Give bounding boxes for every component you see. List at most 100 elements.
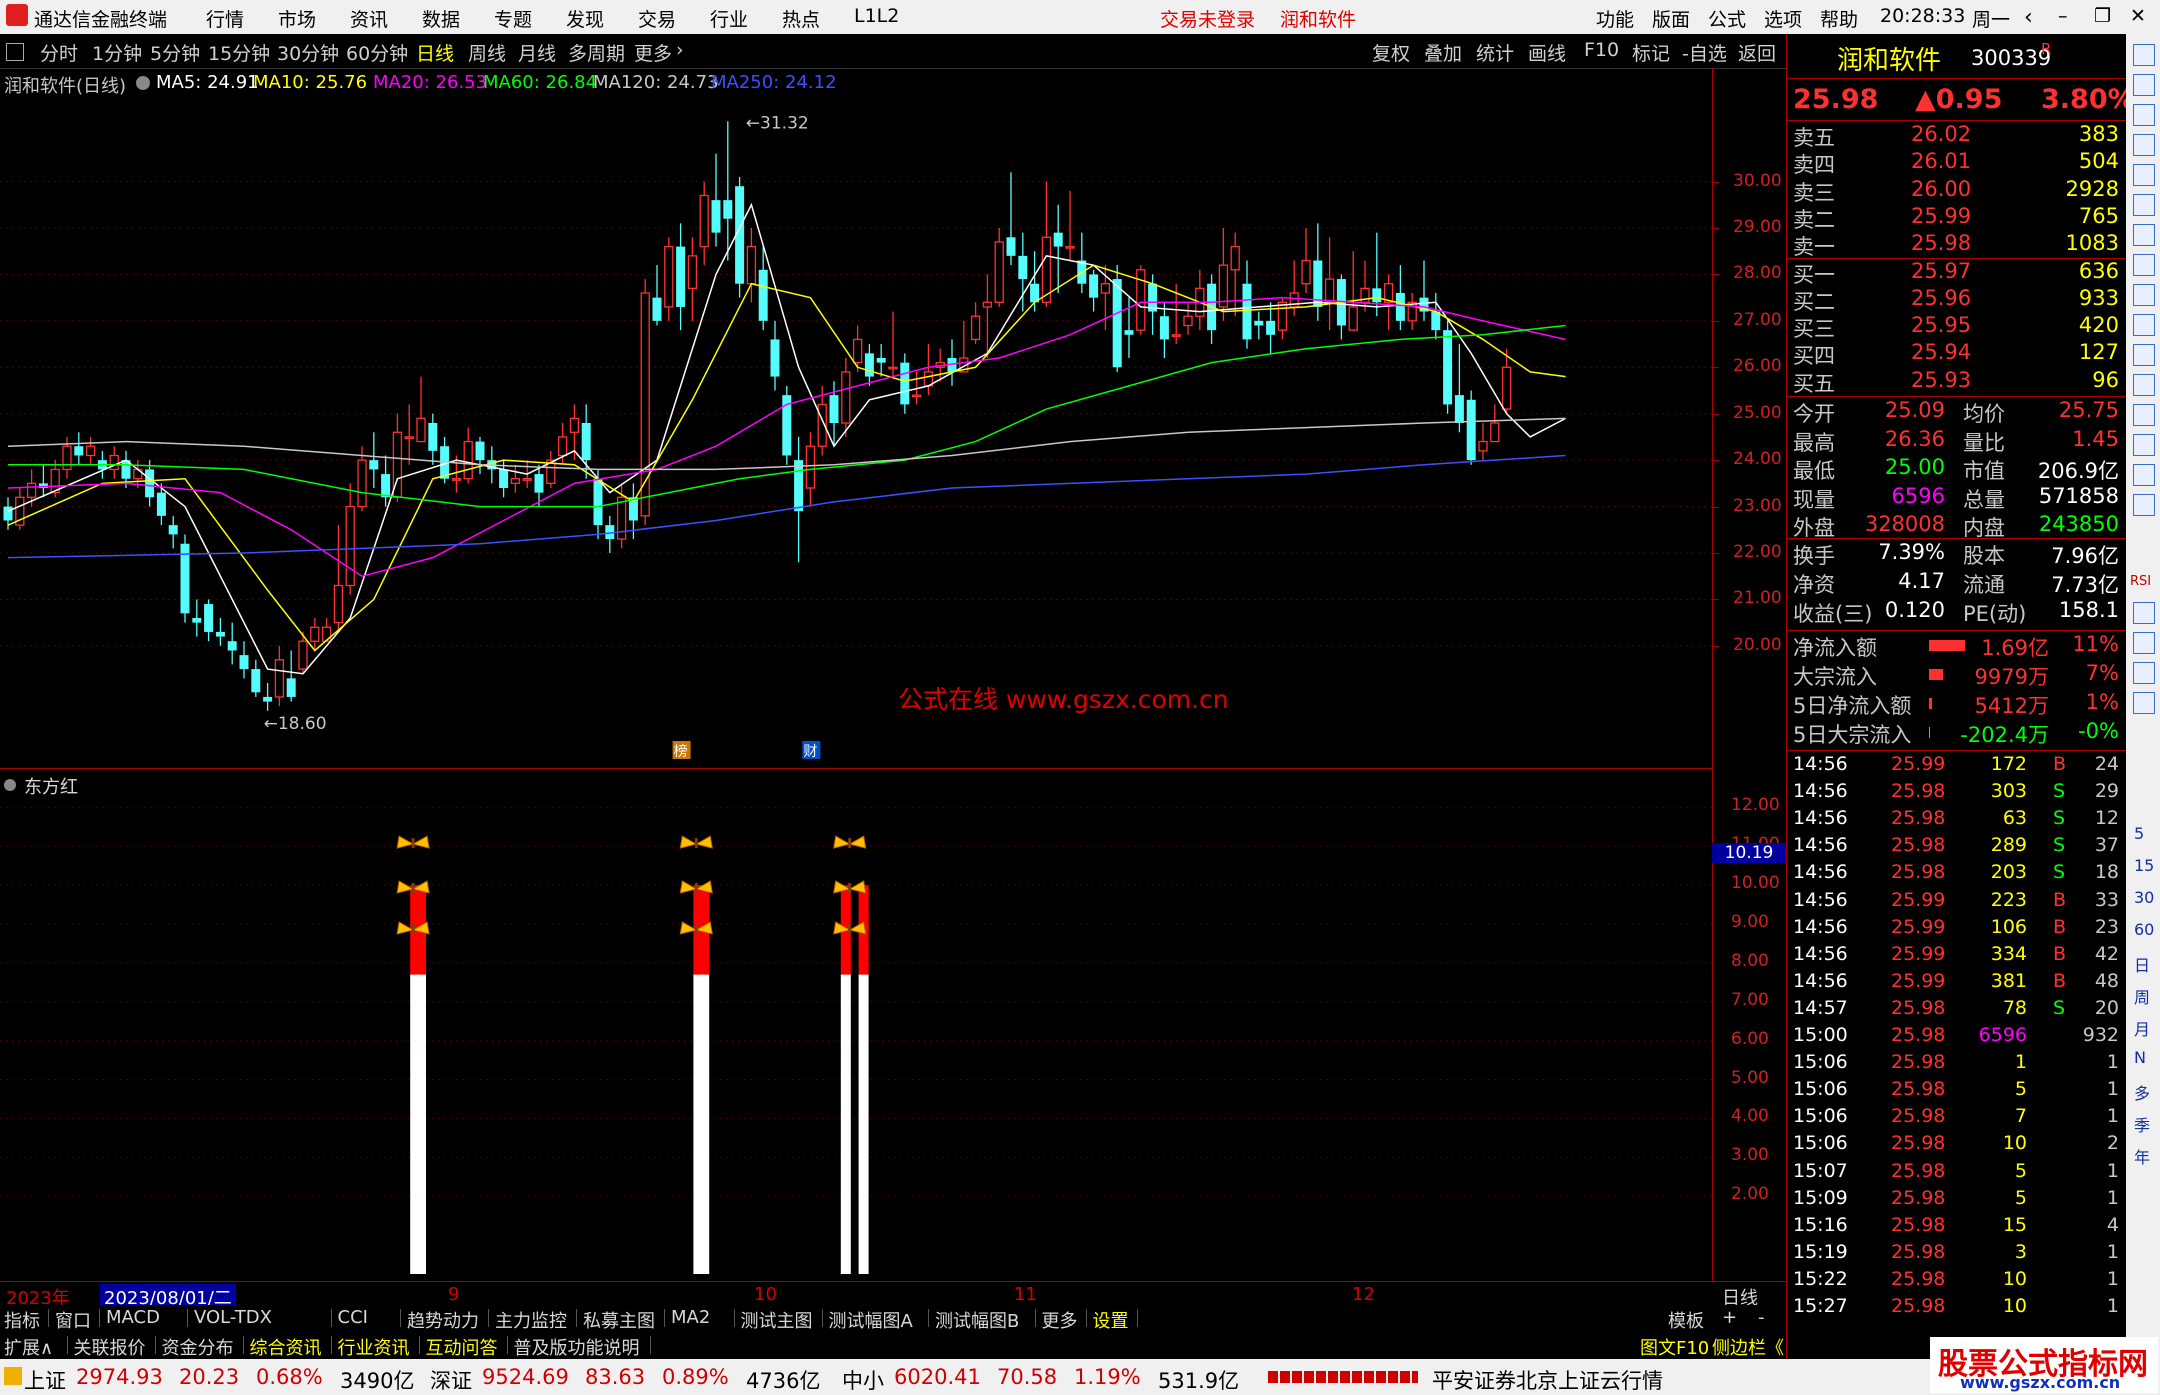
rsi-label[interactable]: RSI [2130, 574, 2151, 589]
layout-toggle-icon[interactable] [6, 43, 24, 61]
grid2-icon[interactable] [2133, 662, 2155, 684]
period-shortcut[interactable]: 季 [2134, 1112, 2150, 1136]
period-shortcut[interactable]: 年 [2134, 1144, 2150, 1168]
indicator-tab[interactable]: CCI [338, 1307, 368, 1328]
period-shortcut[interactable]: N [2134, 1048, 2146, 1067]
period-60min[interactable]: 60分钟 [346, 39, 408, 66]
chevron-right-icon[interactable]: › [676, 39, 684, 61]
indicator-tab[interactable]: 私募主图 [583, 1307, 655, 1333]
kline-chart[interactable]: 润和软件(日线) MA5: 24.91 MA10: 25.76 MA20: 26.5… [0, 68, 1712, 768]
menu-item-faxian[interactable]: 发现 [566, 5, 604, 32]
maximize-icon[interactable]: ❐ [2094, 5, 2111, 27]
period-daily[interactable]: 日线 [416, 39, 454, 66]
period-shortcut[interactable]: 5 [2134, 824, 2144, 843]
arrow-up-icon[interactable] [2133, 44, 2155, 66]
indicator-tab[interactable]: 窗口 [55, 1307, 91, 1333]
menu-item-xuanxiang[interactable]: 选项 [1764, 5, 1802, 32]
period-30min[interactable]: 30分钟 [277, 39, 339, 66]
menu-item-redian[interactable]: 热点 [782, 5, 820, 32]
info-tab[interactable]: 资金分布 [162, 1334, 234, 1360]
order-book-row[interactable]: 卖二 25.99 765 [1793, 204, 2121, 232]
info-tab[interactable]: 关联报价 [74, 1334, 146, 1360]
info-tab[interactable]: 综合资讯 [250, 1334, 322, 1360]
period-fenshi[interactable]: 分时 [40, 39, 78, 66]
period-shortcut[interactable]: 30 [2134, 888, 2154, 907]
arrow-down-icon[interactable] [2133, 74, 2155, 96]
indicator-tab[interactable]: 测试幅图B [935, 1307, 1019, 1333]
candle-icon[interactable] [2133, 224, 2155, 246]
period-shortcut[interactable]: 60 [2134, 920, 2154, 939]
calendar-icon[interactable] [2133, 104, 2155, 126]
order-book-row[interactable]: 卖三 26.00 2928 [1793, 177, 2121, 205]
indicator-chart[interactable]: 东方红 [0, 768, 1712, 1282]
tool-tongji[interactable]: 统计 [1476, 39, 1514, 66]
order-book-row[interactable]: 卖四 26.01 504 [1793, 149, 2121, 177]
menu-item-shuju[interactable]: 数据 [422, 5, 460, 32]
box-icon[interactable] [2133, 314, 2155, 336]
close-icon[interactable]: ✕ [2130, 5, 2146, 27]
order-book-row[interactable]: 买三 25.95 420 [1793, 313, 2121, 341]
period-more[interactable]: 更多 [634, 39, 672, 66]
menu-item-zixun[interactable]: 资讯 [350, 5, 388, 32]
line-chart-icon[interactable] [2133, 194, 2155, 216]
f10-icon[interactable] [2133, 284, 2155, 306]
pie-icon[interactable] [2133, 464, 2155, 486]
period-1min[interactable]: 1分钟 [92, 39, 142, 66]
tool-huaxian[interactable]: 画线 [1528, 39, 1566, 66]
menu-item-gongshi[interactable]: 公式 [1708, 5, 1746, 32]
order-book-row[interactable]: 买五 25.93 96 [1793, 368, 2121, 396]
info-tab[interactable]: 互动问答 [426, 1334, 498, 1360]
tool-diejia[interactable]: 叠加 [1424, 39, 1462, 66]
indicator-tab[interactable]: 更多 [1042, 1307, 1078, 1333]
menu-item-jiaoyi[interactable]: 交易 [638, 5, 676, 32]
trade-login-status[interactable]: 交易未登录 [1160, 5, 1255, 32]
sidebar-toggle[interactable]: 侧边栏《 [1712, 1334, 1784, 1360]
tool-biaoji[interactable]: 标记 [1632, 39, 1670, 66]
indicator-tab[interactable]: 指标 [4, 1307, 40, 1333]
tool-zixuan[interactable]: -自选 [1682, 39, 1727, 66]
minimize-icon[interactable]: – [2058, 5, 2068, 27]
tool-fanhui[interactable]: 返回 [1738, 39, 1776, 66]
f2-icon[interactable] [2133, 404, 2155, 426]
period-shortcut[interactable]: 周 [2134, 984, 2150, 1008]
period-5min[interactable]: 5分钟 [150, 39, 200, 66]
period-multi[interactable]: 多周期 [568, 39, 625, 66]
indicator-tab[interactable]: VOL-TDX [194, 1307, 272, 1328]
grid-icon[interactable] [2133, 134, 2155, 156]
zoom-in-button[interactable]: + [1722, 1307, 1737, 1328]
back-icon[interactable]: ‹ [2024, 5, 2033, 30]
info-tab[interactable]: 扩展∧ [4, 1334, 53, 1360]
order-book-row[interactable]: 买四 25.94 127 [1793, 340, 2121, 368]
menu-item-bangzhu[interactable]: 帮助 [1820, 5, 1858, 32]
menu-item-shichang[interactable]: 市场 [278, 5, 316, 32]
zoom-out-button[interactable]: - [1758, 1307, 1765, 1328]
period-shortcut[interactable]: 多 [2134, 1080, 2150, 1104]
info-tab[interactable]: 普及版功能说明 [514, 1334, 640, 1360]
period-15min[interactable]: 15分钟 [208, 39, 270, 66]
indicator-tab[interactable]: 主力监控 [495, 1307, 567, 1333]
period-shortcut[interactable]: 月 [2134, 1016, 2150, 1040]
move-icon[interactable] [2133, 602, 2155, 624]
edit-icon[interactable] [2133, 632, 2155, 654]
info-tab[interactable]: 行业资讯 [338, 1334, 410, 1360]
period-shortcut[interactable]: 15 [2134, 856, 2154, 875]
indicator-tab[interactable]: MACD [106, 1307, 160, 1328]
period-weekly[interactable]: 周线 [468, 39, 506, 66]
indicator-tab[interactable]: 设置 [1093, 1307, 1129, 1333]
clock-icon[interactable] [2133, 434, 2155, 456]
period-shortcut[interactable]: 日 [2134, 952, 2150, 976]
table-icon[interactable] [2133, 164, 2155, 186]
refresh-icon[interactable] [2133, 692, 2155, 714]
template-button[interactable]: 模板 [1668, 1307, 1704, 1333]
menu-item-zhuanti[interactable]: 专题 [494, 5, 532, 32]
indicator-tab[interactable]: 测试幅图A [829, 1307, 913, 1333]
menu-item-banmian[interactable]: 版面 [1652, 5, 1690, 32]
menu-item-gongneng[interactable]: 功能 [1596, 5, 1634, 32]
order-book-row[interactable]: 卖一 25.98 1083 [1793, 231, 2121, 259]
layers-icon[interactable] [2133, 374, 2155, 396]
order-book-row[interactable]: 买一 25.97 636 [1793, 259, 2121, 287]
menu-item-hangye[interactable]: 行业 [710, 5, 748, 32]
f10-tab[interactable]: 图文F10 [1640, 1334, 1709, 1360]
tool-fuquan[interactable]: 复权 [1372, 39, 1410, 66]
bar-icon[interactable] [2133, 494, 2155, 516]
